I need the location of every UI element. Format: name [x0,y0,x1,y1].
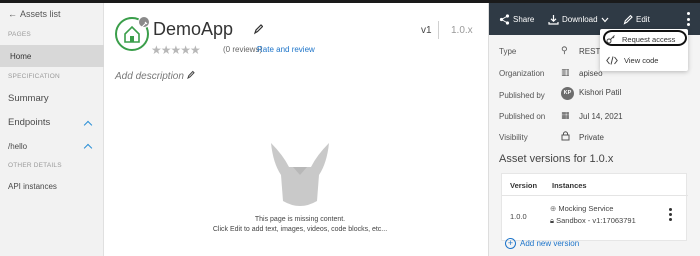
pencil-icon [186,70,195,80]
sidebar-item-api-instances[interactable]: API instances [8,182,57,191]
back-to-assets-link[interactable]: ← Assets list [8,9,61,19]
share-button[interactable]: Share [499,14,534,25]
instance-2-label: Sandbox - v1:17063791 [556,216,636,225]
instance-sandbox[interactable]: 🔒︎ Sandbox - v1:17063791 [550,216,636,226]
versions-table: Version Instances 1.0.0 ⊕ Mocking Servic… [501,173,688,241]
instances-column-header: Instances [552,181,587,190]
version-divider [438,21,439,39]
chevron-up-icon[interactable] [83,143,93,153]
avatar: KP [561,87,574,100]
version-cell[interactable]: 1.0.0 [510,212,527,221]
organization-label: Organization [499,69,545,78]
empty-content-mascot-icon [271,143,329,206]
plus-circle-icon: + [505,238,516,249]
organization-value: apiseo [579,69,603,78]
add-new-version-button[interactable]: + Add new version [505,238,579,249]
missing-content-line2: Click Edit to add text, images, videos, … [212,226,388,233]
other-details-section-header: OTHER DETAILS [8,162,62,169]
lock-icon [561,131,570,141]
sidebar-item-hello[interactable]: /hello [8,142,27,151]
sidebar-item-endpoints[interactable]: Endpoints [8,117,50,128]
version-column-header: Version [510,181,538,190]
download-button[interactable]: Download [548,14,609,25]
back-label: Assets list [20,9,61,19]
instance-mocking-service[interactable]: ⊕ Mocking Service [550,204,613,213]
pencil-icon[interactable] [253,23,263,35]
chevron-up-icon[interactable] [83,120,93,130]
edit-label: Edit [636,15,650,24]
edit-button[interactable]: Edit [623,14,650,25]
sidebar-item-summary[interactable]: Summary [8,93,49,104]
view-code-label: View code [624,56,659,65]
share-icon [499,14,510,25]
rate-and-review-link[interactable]: Rate and review [257,45,315,54]
visibility-value: Private [579,133,604,142]
instance-1-label: Mocking Service [558,204,614,213]
version-options-icon[interactable] [669,208,672,223]
arrow-left-icon: ← [8,9,17,19]
view-code-menu-item[interactable]: View code [606,56,658,65]
request-access-highlight-annotation [603,30,687,46]
organization-icon: ▥ [561,67,570,77]
type-label: Type [499,47,517,56]
published-by-value: Kishori Patil [579,88,622,97]
lock-icon: 🔒︎ [550,216,554,225]
published-on-label: Published on [499,112,546,121]
missing-content-message: This page is missing content. Click Edit… [165,215,435,235]
visibility-label: Visibility [499,133,528,142]
version-badge: v1 [421,25,432,36]
pencil-icon [623,14,633,25]
main-content: DemoApp ★★★★★ (0 reviews) Rate and revie… [105,3,488,256]
sidebar-item-home[interactable]: Home [0,45,104,67]
more-options-icon[interactable] [687,12,690,29]
add-description-field[interactable]: Add description [115,70,195,82]
page-title: DemoApp [153,19,234,39]
globe-icon: ⊕ [550,204,557,213]
download-icon [548,15,559,25]
calendar-icon: ▦ [561,110,570,120]
sidebar: ← Assets list PAGES Home SPECIFICATION S… [0,3,104,256]
code-icon [606,56,618,65]
download-label: Download [562,15,598,24]
add-description-label: Add description [115,71,184,82]
specification-section-header: SPECIFICATION [8,73,60,80]
version-full-badge: 1.0.x [451,25,473,36]
rating-stars[interactable]: ★★★★★ [151,43,201,57]
table-divider [502,195,688,196]
missing-content-line1: This page is missing content. [254,216,346,223]
edit-logo-icon[interactable] [138,16,150,28]
share-label: Share [513,15,535,24]
api-type-icon: ⚲ [561,45,568,55]
published-on-value: Jul 14, 2021 [579,112,623,121]
asset-versions-title: Asset versions for 1.0.x [499,153,614,165]
add-new-version-label: Add new version [520,239,580,248]
published-by-label: Published by [499,91,545,100]
pages-section-header: PAGES [8,31,31,38]
chevron-down-icon [601,17,609,22]
